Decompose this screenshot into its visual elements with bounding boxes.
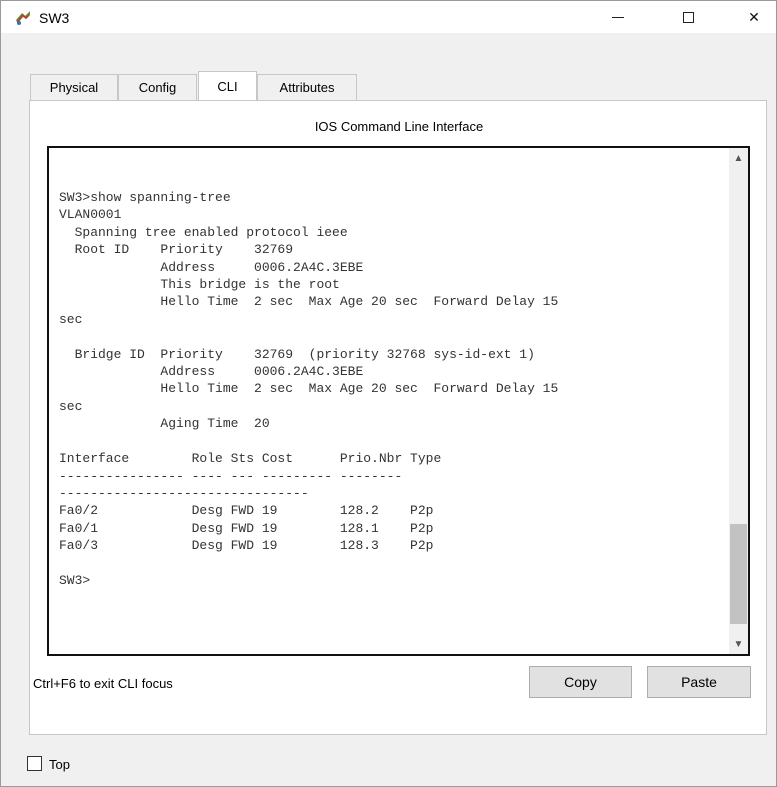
top-checkbox[interactable] <box>27 756 42 771</box>
copy-button[interactable]: Copy <box>529 666 632 698</box>
exit-cli-hint: Ctrl+F6 to exit CLI focus <box>33 676 173 691</box>
terminal-line: sec <box>59 398 83 414</box>
cli-panel: IOS Command Line Interface SW3>show span… <box>29 100 767 735</box>
terminal-line: SW3>show spanning-tree <box>59 190 231 205</box>
terminal-line: Bridge ID Priority 32769 (priority 32768… <box>59 346 535 362</box>
minimize-icon <box>612 16 624 18</box>
paste-button[interactable]: Paste <box>647 666 751 698</box>
terminal-line: Fa0/2 Desg FWD 19 128.2 P2p <box>59 503 434 519</box>
scroll-up-icon[interactable]: ▲ <box>729 148 748 168</box>
scroll-thumb[interactable] <box>730 524 747 624</box>
maximize-button[interactable] <box>665 1 711 33</box>
tab-cli[interactable]: CLI <box>198 71 257 101</box>
terminal-line: Spanning tree enabled protocol ieee <box>59 224 348 240</box>
cli-terminal[interactable]: SW3>show spanning-tree VLAN0001 Spanning … <box>47 146 750 656</box>
terminal-line: SW3> <box>59 572 91 588</box>
terminal-line: Fa0/1 Desg FWD 19 128.1 P2p <box>59 520 434 536</box>
terminal-output[interactable]: SW3>show spanning-tree VLAN0001 Spanning … <box>59 189 558 589</box>
minimize-button[interactable] <box>595 1 641 33</box>
close-button[interactable]: ✕ <box>731 1 777 33</box>
terminal-line: Hello Time 2 sec Max Age 20 sec Forward … <box>59 381 559 397</box>
terminal-line: -------------------------------- <box>59 485 309 501</box>
window-title: SW3 <box>39 10 70 26</box>
tab-config[interactable]: Config <box>118 74 197 100</box>
device-window: SW3 ✕ Physical Config CLI Attributes IOS… <box>0 0 777 787</box>
terminal-line: sec <box>59 311 83 327</box>
terminal-line: Fa0/3 Desg FWD 19 128.3 P2p <box>59 538 434 554</box>
terminal-line: Interface Role Sts Cost Prio.Nbr Type <box>59 451 442 467</box>
panel-title: IOS Command Line Interface <box>314 119 484 134</box>
title-bar[interactable]: SW3 ✕ <box>1 1 776 33</box>
tab-attributes[interactable]: Attributes <box>257 74 357 100</box>
terminal-line: This bridge is the root <box>59 277 340 293</box>
switch-app-icon <box>14 10 32 26</box>
maximize-icon <box>682 11 694 23</box>
top-checkbox-label: Top <box>49 757 70 772</box>
terminal-line: Address 0006.2A4C.3EBE <box>59 259 364 275</box>
terminal-line: ---------------- ---- --- --------- ----… <box>59 468 403 484</box>
terminal-line: Address 0006.2A4C.3EBE <box>59 364 364 380</box>
terminal-line: Hello Time 2 sec Max Age 20 sec Forward … <box>59 294 559 310</box>
terminal-line: Root ID Priority 32769 <box>59 242 294 258</box>
close-icon: ✕ <box>748 8 760 25</box>
terminal-line: VLAN0001 <box>59 207 122 223</box>
terminal-scrollbar[interactable]: ▲ ▼ <box>729 148 748 654</box>
terminal-line: Aging Time 20 <box>59 416 270 432</box>
tab-physical[interactable]: Physical <box>30 74 118 100</box>
scroll-down-icon[interactable]: ▼ <box>729 634 748 654</box>
